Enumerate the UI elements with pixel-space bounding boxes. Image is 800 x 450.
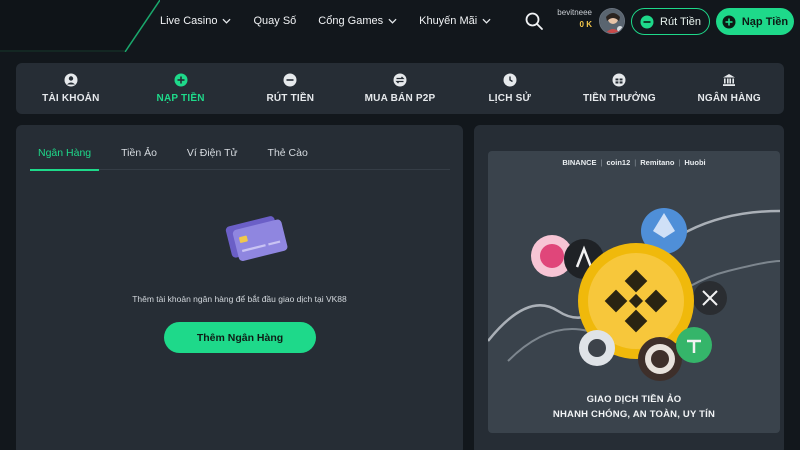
tab-label: TÀI KHOẢN bbox=[42, 93, 100, 104]
partner-logos: BINANCE | coin12 | Remitano | Huobi bbox=[488, 158, 780, 167]
nav-label: Live Casino bbox=[160, 15, 218, 27]
nav-cong-games[interactable]: Cổng Games bbox=[318, 15, 397, 27]
logo-edge-decoration bbox=[0, 0, 160, 52]
username: bevitneee bbox=[557, 8, 592, 17]
withdraw-button[interactable]: Rút Tiền bbox=[631, 8, 710, 35]
tab-e-wallet[interactable]: Ví Điện Tử bbox=[179, 135, 246, 170]
tab-label: NẠP TIỀN bbox=[156, 93, 205, 104]
promo-subheading: NHANH CHÓNG, AN TOÀN, UY TÍN bbox=[552, 409, 716, 420]
separator: | bbox=[634, 158, 637, 167]
nav-quay-so[interactable]: Quay Số bbox=[253, 15, 296, 27]
search-icon[interactable] bbox=[524, 11, 544, 31]
main-nav: Live Casino Quay Số Cổng Games Khuyến Mã… bbox=[160, 0, 491, 42]
tab-label: RÚT TIỀN bbox=[266, 93, 315, 104]
tab-label: MUA BÁN P2P bbox=[364, 93, 436, 104]
chevron-down-icon bbox=[222, 18, 232, 24]
account-tab-bar: TÀI KHOẢN NẠP TIỀN RÚT TIỀN MUA BÁN P2P … bbox=[16, 63, 784, 114]
bank-icon bbox=[723, 74, 736, 86]
clock-icon bbox=[503, 73, 517, 87]
tab-label: LỊCH SỬ bbox=[488, 93, 531, 104]
deposit-method-tabs: Ngân Hàng Tiền Ảo Ví Điện Tử Thẻ Cào bbox=[30, 135, 450, 171]
tab-bonus[interactable]: TIỀN THƯỞNG bbox=[565, 63, 675, 114]
add-bank-button[interactable]: Thêm Ngân Hàng bbox=[164, 322, 316, 353]
tab-label: TIỀN THƯỞNG bbox=[582, 93, 656, 104]
partner-coin12: coin12 bbox=[606, 158, 631, 167]
partner-binance: BINANCE bbox=[562, 158, 597, 167]
nav-khuyen-mai[interactable]: Khuyến Mãi bbox=[419, 15, 491, 27]
deposit-button[interactable]: Nạp Tiền bbox=[716, 8, 794, 35]
separator: | bbox=[678, 158, 681, 167]
minus-circle-icon bbox=[283, 73, 297, 87]
tab-p2p[interactable]: MUA BÁN P2P bbox=[345, 63, 455, 114]
nav-label: Cổng Games bbox=[318, 15, 384, 27]
bank-card-illustration bbox=[225, 216, 288, 261]
chevron-down-icon bbox=[388, 18, 397, 24]
tab-withdraw[interactable]: RÚT TIỀN bbox=[235, 63, 345, 114]
tab-label: NGÂN HÀNG bbox=[697, 93, 761, 104]
tab-history[interactable]: LỊCH SỬ bbox=[455, 63, 565, 114]
partner-remitano: Remitano bbox=[640, 158, 675, 167]
nav-label: Khuyến Mãi bbox=[419, 15, 478, 27]
exchange-icon bbox=[393, 73, 407, 87]
tab-bank[interactable]: NGÂN HÀNG bbox=[674, 63, 784, 114]
partner-huobi: Huobi bbox=[684, 158, 706, 167]
crypto-promo-banner[interactable]: BINANCE | coin12 | Remitano | Huobi GIAO… bbox=[488, 151, 780, 433]
promo-heading: GIAO DỊCH TIỀN ẢO bbox=[586, 394, 682, 405]
nav-label: Quay Số bbox=[253, 15, 297, 27]
user-balance: 0 K bbox=[579, 20, 592, 29]
minus-circle-icon bbox=[640, 15, 654, 28]
deposit-panel: Ngân Hàng Tiền Ảo Ví Điện Tử Thẻ Cào Thê… bbox=[16, 125, 463, 450]
avatar[interactable] bbox=[599, 8, 625, 34]
tab-deposit[interactable]: NẠP TIỀN bbox=[126, 63, 236, 114]
plus-circle-icon bbox=[174, 73, 188, 87]
chevron-down-icon bbox=[482, 18, 491, 24]
withdraw-label: Rút Tiền bbox=[660, 15, 701, 28]
crypto-promo-panel: BINANCE | coin12 | Remitano | Huobi GIAO… bbox=[474, 125, 784, 450]
tab-crypto[interactable]: Tiền Ảo bbox=[113, 135, 165, 170]
crypto-coins-artwork bbox=[488, 208, 780, 381]
empty-state-message: Thêm tài khoản ngân hàng để bắt đầu giao… bbox=[132, 294, 347, 304]
plus-circle-icon bbox=[722, 15, 736, 28]
user-info[interactable]: bevitneee 0 K bbox=[556, 7, 592, 31]
tab-bank-transfer[interactable]: Ngân Hàng bbox=[30, 135, 100, 171]
tab-account[interactable]: TÀI KHOẢN bbox=[16, 63, 126, 114]
user-circle-icon bbox=[64, 73, 78, 87]
avatar-image bbox=[600, 9, 624, 33]
deposit-label: Nạp Tiền bbox=[741, 15, 789, 28]
separator: | bbox=[600, 158, 603, 167]
top-header: Live Casino Quay Số Cổng Games Khuyến Mã… bbox=[0, 0, 800, 52]
tab-scratch-card[interactable]: Thẻ Cào bbox=[260, 135, 316, 170]
gift-icon bbox=[612, 73, 626, 87]
nav-live-casino[interactable]: Live Casino bbox=[160, 15, 232, 27]
